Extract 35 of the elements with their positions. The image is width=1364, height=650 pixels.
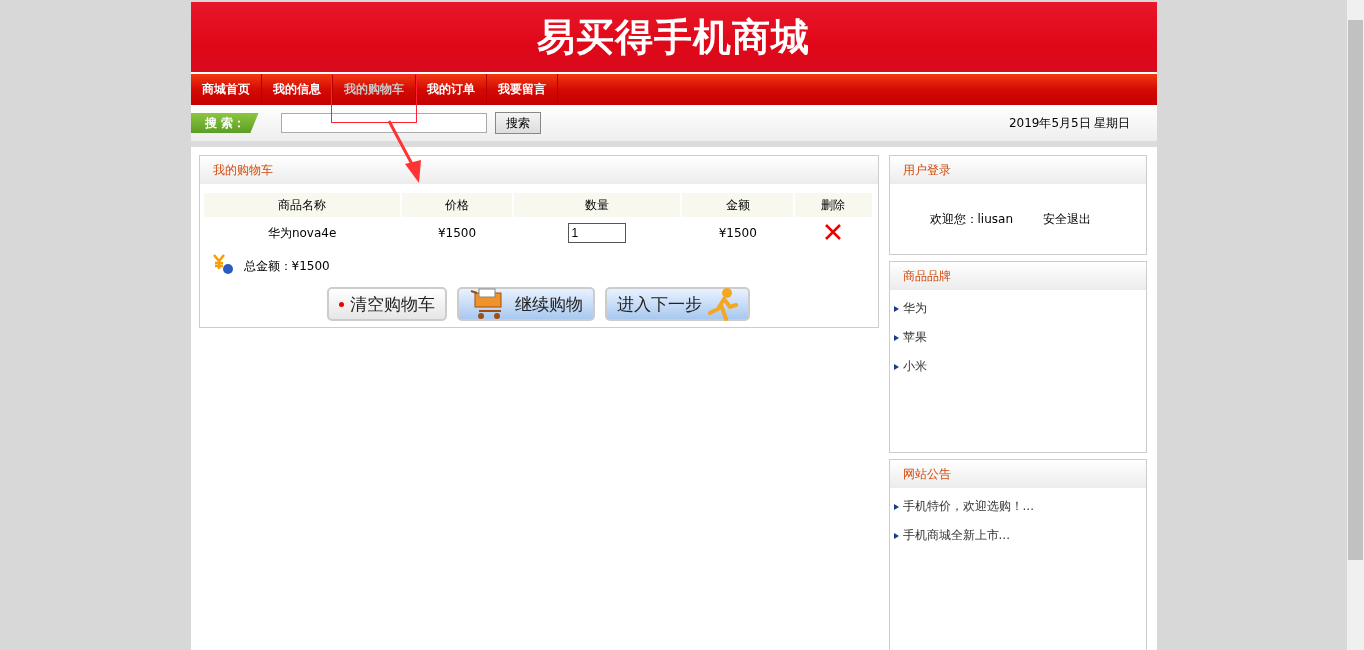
bullet-icon xyxy=(893,363,899,370)
search-field[interactable] xyxy=(280,113,487,133)
continue-shopping-button[interactable]: 继续购物 xyxy=(457,287,595,321)
scrollbar[interactable] xyxy=(1347,0,1364,650)
brand-link[interactable]: 苹果 xyxy=(902,329,927,346)
table-cell: ¥1500 xyxy=(400,217,514,249)
money-icon xyxy=(211,253,234,275)
search-button[interactable]: 搜索 xyxy=(494,112,541,134)
column-header: 删除 xyxy=(794,193,873,217)
bullet-icon xyxy=(893,532,899,539)
clear-cart-button[interactable]: 清空购物车 xyxy=(327,287,447,321)
search-label: 搜 索： xyxy=(190,113,259,133)
welcome-text: 欢迎您：liusan xyxy=(929,210,1013,228)
running-figure-icon xyxy=(708,287,738,321)
date-text: 2019年5月5日 星期日 xyxy=(1008,114,1131,132)
bullet-icon xyxy=(893,503,899,510)
dot-icon xyxy=(339,301,344,307)
logout-link[interactable]: 安全退出 xyxy=(1043,210,1091,228)
column-header: 金额 xyxy=(681,193,794,217)
brand-link[interactable]: 小米 xyxy=(902,358,927,375)
table-cell: ¥1500 xyxy=(681,217,794,249)
notice-link[interactable]: 手机特价，欢迎选购！... xyxy=(902,498,1034,515)
next-step-button[interactable]: 进入下一步 xyxy=(605,287,750,321)
column-header: 价格 xyxy=(400,193,514,217)
bullet-icon xyxy=(893,305,899,312)
column-header: 数量 xyxy=(513,193,682,217)
column-header: 商品名称 xyxy=(203,193,401,217)
site-title: 易买得手机商城 xyxy=(537,13,810,61)
brand-link[interactable]: 华为 xyxy=(902,300,927,317)
notice-link[interactable]: 手机商城全新上市... xyxy=(902,527,1010,544)
bullet-icon xyxy=(893,334,899,341)
delete-icon[interactable] xyxy=(825,223,842,240)
quantity-field[interactable]: 1 xyxy=(568,223,627,243)
total-amount: 总金额：¥1500 xyxy=(243,258,330,275)
table-cell: 华为nova4e xyxy=(203,217,401,249)
